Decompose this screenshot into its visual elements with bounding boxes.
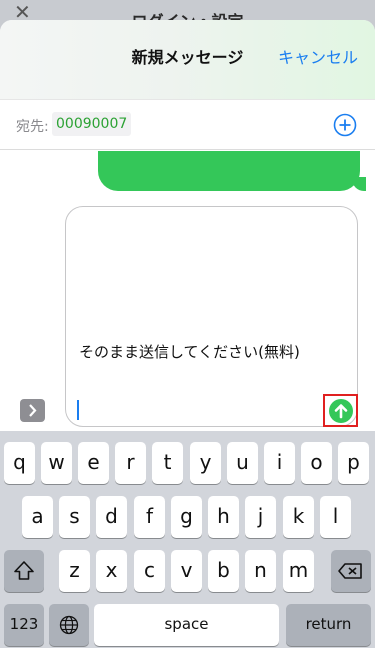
key-o[interactable]: o xyxy=(301,442,332,484)
recipient-chip[interactable]: 00090007 xyxy=(52,112,132,136)
delete-key[interactable] xyxy=(331,550,371,592)
key-b[interactable]: b xyxy=(208,550,239,592)
key-k[interactable]: k xyxy=(283,496,314,538)
key-a[interactable]: a xyxy=(22,496,53,538)
screen: ✕ ログイン・設定 新規メッセージ キャンセル 宛先: 00090007 そ xyxy=(0,0,375,648)
nav-bar: 新規メッセージ キャンセル xyxy=(0,20,375,100)
key-i[interactable]: i xyxy=(264,442,295,484)
space-key[interactable]: space xyxy=(94,604,279,646)
key-u[interactable]: u xyxy=(227,442,258,484)
key-p[interactable]: p xyxy=(338,442,369,484)
key-z[interactable]: z xyxy=(59,550,90,592)
send-arrow-icon xyxy=(334,404,348,419)
key-v[interactable]: v xyxy=(171,550,202,592)
recipient-row: 宛先: 00090007 xyxy=(0,100,375,150)
key-s[interactable]: s xyxy=(59,496,90,538)
numbers-key[interactable]: 123 xyxy=(4,604,44,646)
key-h[interactable]: h xyxy=(208,496,239,538)
key-t[interactable]: t xyxy=(152,442,183,484)
cancel-button[interactable]: キャンセル xyxy=(278,44,358,68)
key-q[interactable]: q xyxy=(4,442,35,484)
key-y[interactable]: y xyxy=(190,442,221,484)
key-g[interactable]: g xyxy=(171,496,202,538)
globe-icon xyxy=(59,615,79,635)
key-w[interactable]: w xyxy=(41,442,72,484)
key-m[interactable]: m xyxy=(283,550,314,592)
message-input[interactable]: そのまま送信してください(無料) xyxy=(65,206,358,427)
key-j[interactable]: j xyxy=(245,496,276,538)
chevron-right-icon xyxy=(29,404,37,417)
new-message-sheet: 新規メッセージ キャンセル 宛先: 00090007 そのまま送信してください(… xyxy=(0,20,375,648)
message-text: そのまま送信してください(無料) xyxy=(79,343,300,361)
key-x[interactable]: x xyxy=(96,550,127,592)
send-button[interactable] xyxy=(329,399,353,423)
delete-icon xyxy=(338,563,362,579)
send-button-highlight[interactable] xyxy=(323,394,358,427)
recipient-label: 宛先: xyxy=(16,119,49,135)
key-c[interactable]: c xyxy=(134,550,165,592)
key-e[interactable]: e xyxy=(78,442,109,484)
sent-message-bubble xyxy=(98,151,366,191)
return-key[interactable]: return xyxy=(286,604,371,646)
key-l[interactable]: l xyxy=(320,496,351,538)
globe-key[interactable] xyxy=(49,604,89,646)
text-caret xyxy=(77,400,79,420)
shift-icon xyxy=(14,561,34,580)
shift-key[interactable] xyxy=(4,550,44,592)
key-d[interactable]: d xyxy=(96,496,127,538)
key-f[interactable]: f xyxy=(134,496,165,538)
key-n[interactable]: n xyxy=(245,550,276,592)
expand-icon[interactable] xyxy=(20,399,45,422)
keyboard: q w e r t y u i o p a s d f g h j k l z … xyxy=(0,431,375,648)
key-r[interactable]: r xyxy=(115,442,146,484)
add-recipient-icon[interactable] xyxy=(333,113,357,137)
